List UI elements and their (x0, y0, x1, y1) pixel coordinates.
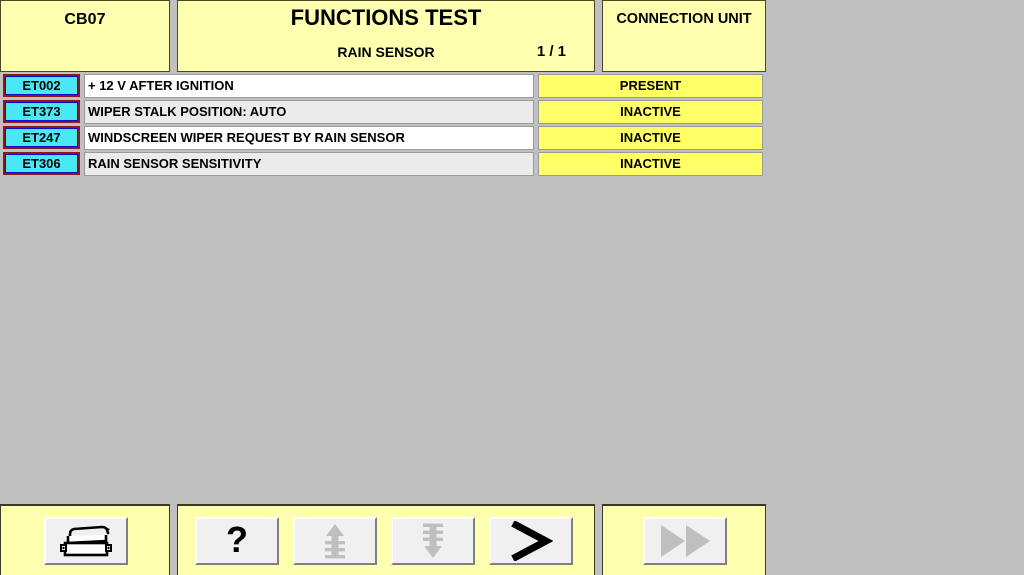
header-title-panel: FUNCTIONS TEST RAIN SENSOR 1 / 1 (177, 0, 595, 72)
greater-than-chevron-icon (509, 521, 553, 561)
header-bar: CB07 FUNCTIONS TEST RAIN SENSOR 1 / 1 CO… (0, 0, 766, 72)
page-subtitle: RAIN SENSOR (337, 44, 435, 60)
scroll-down-button[interactable] (391, 517, 475, 565)
help-button[interactable]: ? (195, 517, 279, 565)
parameter-description: RAIN SENSOR SENSITIVITY (84, 152, 534, 176)
parameter-description: WIPER STALK POSITION: AUTO (84, 100, 534, 124)
parameter-value: PRESENT (538, 74, 763, 98)
table-row[interactable]: ET306 RAIN SENSOR SENSITIVITY INACTIVE (0, 152, 766, 177)
fast-forward-button[interactable] (643, 517, 727, 565)
parameter-description: + 12 V AFTER IGNITION (84, 74, 534, 98)
table-row[interactable]: ET002 + 12 V AFTER IGNITION PRESENT (0, 74, 766, 99)
parameter-value: INACTIVE (538, 100, 763, 124)
bottom-toolbar: ? (0, 504, 766, 575)
scroll-up-arrow-icon (321, 522, 349, 560)
printer-icon (58, 524, 114, 558)
parameter-table: ET002 + 12 V AFTER IGNITION PRESENT ET37… (0, 74, 766, 178)
connection-unit-label: CONNECTION UNIT (616, 11, 752, 27)
table-row[interactable]: ET247 WINDSCREEN WIPER REQUEST BY RAIN S… (0, 126, 766, 151)
page-indicator: 1 / 1 (536, 43, 566, 60)
scroll-down-arrow-icon (419, 522, 447, 560)
parameter-description: WINDSCREEN WIPER REQUEST BY RAIN SENSOR (84, 126, 534, 150)
toolbar-left-panel (0, 504, 170, 575)
parameter-value: INACTIVE (538, 126, 763, 150)
page-title: FUNCTIONS TEST (290, 5, 482, 30)
diagnostic-screen: CB07 FUNCTIONS TEST RAIN SENSOR 1 / 1 CO… (0, 0, 1024, 575)
table-row[interactable]: ET373 WIPER STALK POSITION: AUTO INACTIV… (0, 100, 766, 125)
toolbar-right-panel (602, 504, 766, 575)
print-button[interactable] (44, 517, 128, 565)
parameter-code-badge[interactable]: ET247 (3, 126, 80, 149)
unit-code-label: CB07 (64, 11, 106, 28)
header-unit-panel: CB07 (0, 0, 170, 72)
toolbar-center-panel: ? (177, 504, 595, 575)
scroll-up-button[interactable] (293, 517, 377, 565)
parameter-value: INACTIVE (538, 152, 763, 176)
parameter-code-badge[interactable]: ET002 (3, 74, 80, 97)
parameter-code-badge[interactable]: ET373 (3, 100, 80, 123)
question-mark-icon: ? (226, 519, 248, 560)
parameter-code-badge[interactable]: ET306 (3, 152, 80, 175)
fast-forward-icon (655, 522, 715, 560)
next-button[interactable] (489, 517, 573, 565)
header-connection-panel: CONNECTION UNIT (602, 0, 766, 72)
